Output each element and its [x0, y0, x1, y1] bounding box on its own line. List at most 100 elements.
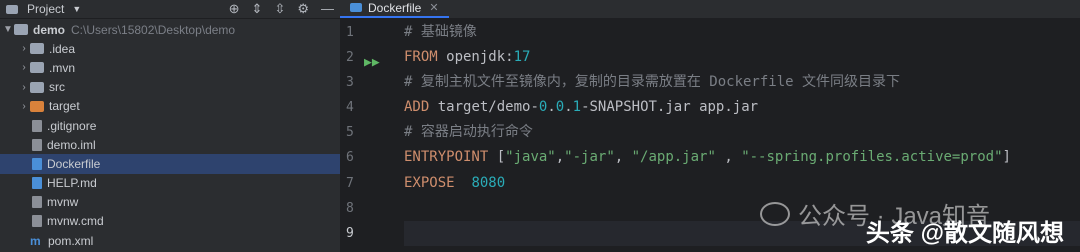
tree-item-label: src: [49, 80, 65, 95]
file-icon: [32, 196, 42, 209]
line-number: 3: [346, 75, 354, 91]
root-path: C:\Users\15802\Desktop\demo: [71, 22, 236, 37]
chevron-right-icon[interactable]: ›: [18, 101, 30, 112]
folder-icon: [30, 81, 44, 93]
folder-icon: [6, 4, 18, 14]
line-number: 9: [346, 225, 354, 241]
line-gutter: 1 2 ▶▶ 3 4 5 6 7 8 9: [340, 20, 396, 246]
string: "-jar": [564, 149, 615, 166]
tree-item-demo-iml[interactable]: demo.iml: [0, 135, 340, 154]
code-text: ,: [614, 149, 632, 166]
file-icon: [32, 119, 42, 132]
code-text: target/demo-: [429, 99, 539, 116]
line-number: 2 ▶▶: [340, 45, 396, 70]
code-text: .: [564, 99, 573, 116]
project-tree: ▼ demo C:\Users\15802\Desktop\demo › .id…: [0, 20, 340, 250]
chevron-right-icon[interactable]: ›: [18, 82, 30, 93]
folder-icon: [30, 62, 44, 74]
tree-item-dockerfile[interactable]: Dockerfile: [0, 154, 340, 174]
code-line: FROM openjdk:17: [404, 45, 1080, 70]
gear-icon[interactable]: ⚙: [297, 1, 309, 17]
tree-item-label: HELP.md: [47, 176, 97, 191]
code-line: # 容器启动执行命令: [404, 124, 533, 141]
tree-item-label: mvnw: [47, 195, 79, 210]
chevron-right-icon[interactable]: ›: [18, 62, 30, 73]
string: "java": [505, 149, 556, 166]
tree-item-help-md[interactable]: HELP.md: [0, 174, 340, 193]
line-number: 8: [346, 200, 354, 216]
tab-label: Dockerfile: [368, 0, 422, 15]
file-icon: [32, 138, 42, 151]
line-number: 6: [346, 150, 354, 166]
tab-dockerfile[interactable]: Dockerfile ✕: [340, 0, 449, 18]
tree-item-pom-xml[interactable]: m pom.xml: [0, 231, 340, 250]
tree-item-label: .idea: [49, 41, 76, 56]
toutiao-watermark: 头条 @散文随风想: [865, 220, 1064, 247]
tree-item-idea[interactable]: › .idea: [0, 39, 340, 58]
editor-tabs: Dockerfile ✕: [340, 0, 1080, 19]
markdown-file-icon: [32, 177, 42, 190]
hide-icon[interactable]: —: [321, 1, 334, 17]
tree-item-mvn[interactable]: › .mvn: [0, 58, 340, 77]
code-text: [: [488, 149, 506, 166]
string: "/app.jar": [631, 149, 716, 166]
code-text: ]: [1002, 149, 1011, 166]
project-toolbar: Project ▼ ⊕ ⇕ ⇳ ⚙ —: [0, 0, 340, 19]
tree-item-gitignore[interactable]: .gitignore: [0, 116, 340, 135]
code-text: .: [547, 99, 556, 116]
folder-icon: [30, 100, 44, 112]
number: 17: [513, 49, 531, 66]
line-number-text: 2: [346, 50, 354, 66]
collapse-all-icon[interactable]: ⇳: [274, 1, 285, 17]
chevron-down-icon[interactable]: ▼: [2, 24, 14, 35]
code-line: # 基础镜像: [404, 24, 477, 40]
code-text: openjdk:: [437, 49, 514, 66]
tree-root[interactable]: ▼ demo C:\Users\15802\Desktop\demo: [0, 20, 340, 39]
tree-item-label: .mvn: [49, 60, 76, 75]
keyword: ADD: [404, 99, 430, 116]
code-line: ADD target/demo-0.0.1-SNAPSHOT.jar app.j…: [404, 95, 1080, 120]
tree-item-label: mvnw.cmd: [47, 214, 104, 229]
tree-item-src[interactable]: › src: [0, 78, 340, 97]
tree-item-label: demo.iml: [47, 137, 96, 152]
docker-file-icon: [32, 157, 42, 170]
line-number: 5: [346, 125, 354, 141]
line-number: 7: [346, 175, 354, 191]
tree-item-mvnw-cmd[interactable]: mvnw.cmd: [0, 212, 340, 231]
folder-icon: [30, 43, 44, 55]
tree-item-label: Dockerfile: [47, 156, 101, 171]
line-number: 4: [346, 100, 354, 116]
keyword: FROM: [404, 49, 438, 66]
code-text: ,: [715, 149, 742, 166]
line-number: 1: [346, 25, 354, 40]
project-panel: Project ▼ ⊕ ⇕ ⇳ ⚙ — ▼ demo C:\Users\1580…: [0, 0, 340, 252]
keyword: ENTRYPOINT: [404, 149, 489, 166]
maven-icon: m: [30, 233, 41, 248]
tree-item-label: .gitignore: [47, 118, 97, 133]
tree-item-mvnw[interactable]: mvnw: [0, 193, 340, 212]
folder-icon: [14, 24, 28, 36]
number: 1: [572, 99, 582, 116]
chevron-right-icon[interactable]: ›: [18, 43, 30, 54]
code-line: # 复制主机文件至镜像内，复制的目录需放置在 Dockerfile 文件同级目录…: [404, 74, 901, 91]
chevron-down-icon[interactable]: ▼: [72, 4, 81, 14]
code-text: -SNAPSHOT.jar app.jar: [581, 99, 759, 116]
string: "--spring.profiles.active=prod": [741, 149, 1003, 166]
close-icon[interactable]: ✕: [429, 1, 438, 14]
project-title[interactable]: Project: [27, 2, 64, 16]
code-line: ENTRYPOINT ["java","-jar", "/app.jar" , …: [404, 145, 1080, 170]
keyword: EXPOSE: [404, 174, 455, 191]
locate-icon[interactable]: ⊕: [229, 1, 240, 17]
tree-item-label: pom.xml: [48, 233, 94, 248]
code-text: ,: [555, 149, 565, 166]
tree-item-label: target: [49, 99, 80, 114]
tree-item-target[interactable]: › target: [0, 97, 340, 116]
docker-file-icon: [350, 3, 362, 12]
number: 8080: [471, 174, 506, 191]
root-name: demo: [33, 22, 66, 37]
file-icon: [32, 215, 42, 228]
expand-all-icon[interactable]: ⇕: [252, 1, 263, 17]
code-line: EXPOSE 8080: [404, 171, 1080, 196]
number: 0: [555, 99, 565, 116]
